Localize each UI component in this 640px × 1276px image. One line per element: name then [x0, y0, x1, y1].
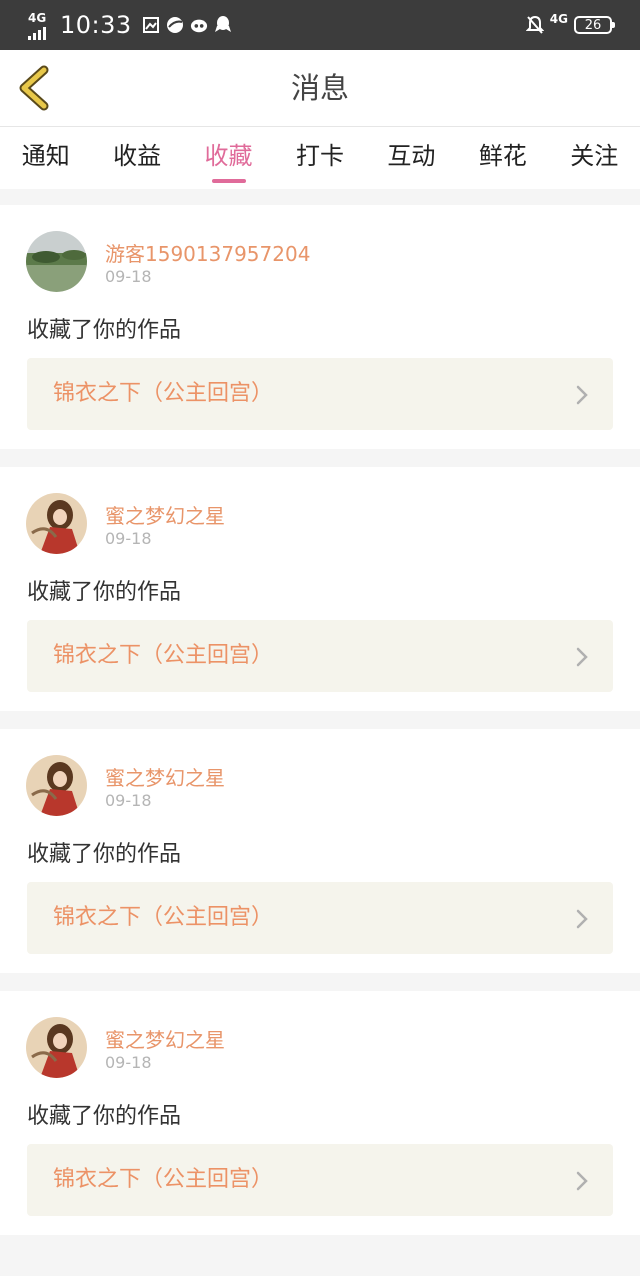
action-text: 收藏了你的作品: [27, 1104, 182, 1129]
status-time: 10:33: [60, 11, 132, 39]
message-date: 09-18: [105, 529, 152, 548]
work-link[interactable]: 锦衣之下（公主回宫）: [27, 1144, 613, 1216]
browser-notification-icon: [166, 16, 184, 34]
chevron-right-icon: [576, 909, 588, 929]
signal-icon: 4G: [28, 10, 52, 40]
action-text: 收藏了你的作品: [27, 580, 182, 605]
list-item: 蜜之梦幻之星 09-18 收藏了你的作品 锦衣之下（公主回宫）: [0, 467, 640, 711]
chevron-right-icon: [576, 1171, 588, 1191]
work-title: 锦衣之下（公主回宫）: [53, 643, 274, 668]
tab-notifications[interactable]: 通知: [0, 127, 91, 189]
active-tab-indicator: [211, 179, 246, 183]
message-date: 09-18: [105, 267, 152, 286]
tab-following[interactable]: 关注: [549, 127, 640, 189]
user-name[interactable]: 蜜之梦幻之星: [105, 762, 225, 791]
work-title: 锦衣之下（公主回宫）: [53, 905, 274, 930]
page-title: 消息: [290, 71, 349, 105]
network-type-right: 4G: [549, 12, 568, 26]
action-text: 收藏了你的作品: [27, 842, 182, 867]
work-link[interactable]: 锦衣之下（公主回宫）: [27, 620, 613, 692]
tab-bar: 通知 收益 收藏 打卡 互动 鲜花 关注: [0, 127, 640, 189]
tab-favorites[interactable]: 收藏: [183, 127, 274, 189]
chevron-right-icon: [576, 385, 588, 405]
nav-header: 消息: [0, 50, 640, 127]
status-bar: 4G 10:33 4G 26: [0, 0, 640, 50]
tab-checkin[interactable]: 打卡: [274, 127, 365, 189]
work-link[interactable]: 锦衣之下（公主回宫）: [27, 882, 613, 954]
work-title: 锦衣之下（公主回宫）: [53, 381, 274, 406]
avatar[interactable]: [26, 1017, 87, 1078]
user-name[interactable]: 游客1590137957204: [105, 238, 310, 267]
tab-interaction[interactable]: 互动: [366, 127, 457, 189]
user-name[interactable]: 蜜之梦幻之星: [105, 1024, 225, 1053]
tab-earnings[interactable]: 收益: [91, 127, 182, 189]
list-item: 游客1590137957204 09-18 收藏了你的作品 锦衣之下（公主回宫）: [0, 205, 640, 449]
work-title: 锦衣之下（公主回宫）: [53, 1167, 274, 1192]
app-notification-icon: [190, 16, 208, 34]
list-item: 蜜之梦幻之星 09-18 收藏了你的作品 锦衣之下（公主回宫）: [0, 729, 640, 973]
tab-flowers[interactable]: 鲜花: [457, 127, 548, 189]
battery-icon: 26: [574, 16, 615, 34]
chevron-right-icon: [576, 647, 588, 667]
list-item: 蜜之梦幻之星 09-18 收藏了你的作品 锦衣之下（公主回宫）: [0, 991, 640, 1235]
avatar[interactable]: [26, 231, 87, 292]
avatar[interactable]: [26, 493, 87, 554]
work-link[interactable]: 锦衣之下（公主回宫）: [27, 358, 613, 430]
battery-level: 26: [584, 17, 602, 33]
network-type: 4G: [28, 11, 47, 25]
action-text: 收藏了你的作品: [27, 318, 182, 343]
avatar[interactable]: [26, 755, 87, 816]
message-list: 游客1590137957204 09-18 收藏了你的作品 锦衣之下（公主回宫）…: [0, 205, 640, 1253]
user-name[interactable]: 蜜之梦幻之星: [105, 500, 225, 529]
image-notification-icon: [142, 16, 160, 34]
qq-notification-icon: [214, 16, 232, 34]
message-date: 09-18: [105, 1053, 152, 1072]
message-date: 09-18: [105, 791, 152, 810]
mute-bell-icon: [525, 15, 544, 34]
